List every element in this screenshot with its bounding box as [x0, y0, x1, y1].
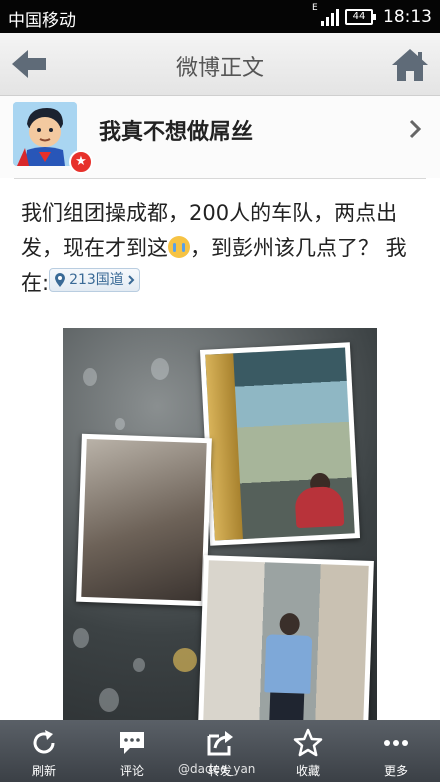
carrier-name: 中国移动	[8, 11, 76, 31]
status-bar: 中国移动 E 44 18:13	[0, 0, 440, 33]
battery-icon: 44	[345, 9, 376, 25]
comment-button[interactable]: 评论	[88, 720, 176, 782]
refresh-icon	[33, 730, 55, 754]
favorite-button[interactable]: 收藏	[264, 720, 352, 782]
home-icon	[392, 49, 428, 81]
title-bar: 微博正文	[0, 33, 440, 96]
more-label: 更多	[383, 764, 408, 778]
more-icon	[384, 740, 408, 746]
more-button[interactable]: 更多	[352, 720, 440, 782]
post-text: 我们组团操成都，200人的车队，两点出发，现在才到这 ，到彭州该几点了？ 我在: 2…	[21, 196, 421, 301]
status-indicators: E 44 18:13	[312, 3, 432, 29]
superman-avatar	[13, 102, 77, 166]
weibo-badge-icon: ★	[69, 150, 93, 174]
chevron-right-icon	[128, 275, 135, 285]
post-photo[interactable]	[63, 328, 377, 720]
watermark: @dadee_yan	[178, 762, 256, 776]
signal-icon: E	[312, 3, 339, 26]
comment-icon	[120, 732, 144, 754]
crowd-photo	[76, 433, 212, 607]
network-type: E	[312, 3, 318, 13]
location-tag[interactable]: 213国道	[49, 268, 140, 292]
star-icon	[293, 728, 323, 757]
crying-emoji-icon	[168, 236, 190, 258]
avatar[interactable]	[13, 102, 77, 166]
clock: 18:13	[383, 7, 432, 27]
bus-window-photo	[199, 342, 361, 546]
divider	[14, 178, 426, 179]
home-button[interactable]	[390, 47, 430, 83]
favorite-label: 收藏	[295, 764, 320, 778]
location-pin-icon	[55, 273, 66, 287]
refresh-label: 刷新	[31, 764, 56, 778]
user-row[interactable]: ★ 我真不想做屌丝	[0, 96, 440, 178]
post-detail: ★ 我真不想做屌丝 我们组团操成都，200人的车队，两点出发，现在才到这 ，到彭州…	[0, 96, 440, 720]
refresh-button[interactable]: 刷新	[0, 720, 88, 782]
police-photo	[198, 555, 374, 720]
page-title: 微博正文	[175, 56, 264, 81]
username[interactable]: 我真不想做屌丝	[99, 114, 253, 146]
comment-label: 评论	[119, 764, 144, 778]
forward-icon	[207, 731, 233, 756]
chevron-right-icon	[409, 119, 422, 139]
location-label: 213国道	[69, 271, 124, 288]
